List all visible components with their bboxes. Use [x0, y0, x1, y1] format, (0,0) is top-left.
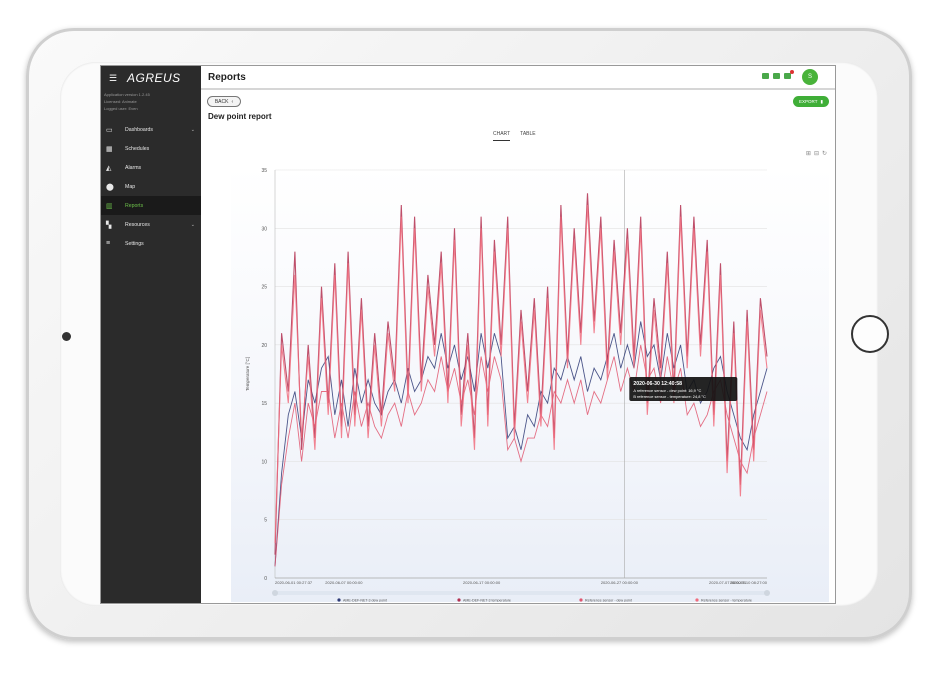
legend-marker — [337, 598, 341, 602]
app-version: Application version 1.2.45 — [104, 92, 150, 97]
tab-chart[interactable]: CHART — [493, 131, 511, 141]
dew-point-chart: 0 5 10 15 20 25 30 35 Temperature [°C] 2020-06-01… — [245, 168, 770, 603]
top-bar: Reports S — [201, 66, 835, 90]
sidebar-item-settings[interactable]: ≡ Settings — [101, 234, 201, 253]
chart-toolbox: ⊞ ⊟ ↻ — [806, 150, 827, 157]
tab-table[interactable]: TABLE — [520, 131, 535, 141]
calendar-icon[interactable] — [762, 73, 769, 79]
notification-badge — [790, 70, 794, 74]
sidebar-nav: ▭ Dashboards ⌄ ▦ Schedules ◭ Alarms ⬤ Map ▥ Report… — [101, 120, 201, 253]
file-export-icon: ▮ — [820, 98, 823, 104]
legend-marker — [695, 598, 699, 602]
page-title: Reports — [208, 71, 246, 83]
camera-icon — [62, 332, 71, 341]
sidebar-item-dashboards[interactable]: ▭ Dashboards ⌄ — [101, 120, 201, 139]
home-button[interactable] — [851, 315, 889, 353]
legend-label: AME-DEF-NET-3 dew point — [343, 599, 387, 603]
back-label: BACK — [214, 98, 229, 105]
sidebar-item-label: Resources — [125, 221, 150, 228]
y-tick-label: 30 — [261, 226, 267, 232]
legend-label: Reference sensor - temperature — [701, 599, 752, 603]
zoom-slider-handle-left — [272, 590, 278, 596]
y-tick-label: 0 — [264, 576, 267, 582]
zoom-slider-track — [275, 591, 767, 595]
legend-label: Reference sensor - dew point — [585, 599, 632, 603]
y-tick-label: 25 — [261, 285, 267, 291]
x-tick-label: 2020-06-01 00:27:37 — [275, 580, 313, 585]
sidebar-item-reports[interactable]: ▥ Reports — [101, 196, 201, 215]
sidebar-item-label: Schedules — [125, 145, 150, 152]
report-tabs: CHART TABLE — [493, 131, 536, 141]
y-tick-label: 10 — [261, 459, 267, 465]
legend-label: AME-DEF-NET-3 temperature — [463, 599, 511, 603]
bell-icon: ◭ — [106, 165, 112, 172]
x-tick-label: 2020-06-17 00:00:00 — [463, 580, 501, 585]
sidebar-item-resources[interactable]: ▚ Resources ⌄ — [101, 215, 201, 234]
avatar[interactable]: S — [802, 69, 818, 85]
zoom-slider-handle-right — [764, 590, 770, 596]
x-tick-label: 2020-06-27 00:00:00 — [601, 580, 639, 585]
zoom-reset-icon[interactable]: ⊟ — [814, 150, 819, 157]
brand-bar: ☰ AGREUS — [101, 66, 201, 90]
settings-icon: ≡ — [106, 240, 111, 247]
back-button[interactable]: BACK ‹ — [207, 96, 241, 107]
zoom-icon[interactable]: ⊞ — [806, 150, 811, 157]
tooltip-line: A reference sensor - dew point: 16,9 °C — [633, 388, 701, 393]
refresh-icon[interactable]: ↻ — [822, 150, 827, 157]
export-button[interactable]: EXPORT ▮ — [793, 96, 829, 107]
app-meta: Application version 1.2.45 Licensed: Ani… — [101, 91, 201, 112]
chevron-down-icon: ⌄ — [190, 221, 195, 228]
sidebar-item-label: Map — [125, 183, 136, 190]
report-title: Dew point report — [208, 112, 272, 121]
sidebar-item-schedules[interactable]: ▦ Schedules — [101, 139, 201, 158]
status-icons — [762, 70, 794, 79]
y-tick-label: 15 — [261, 401, 267, 407]
sidebar: ☰ AGREUS Application version 1.2.45 Lice… — [101, 66, 201, 603]
sidebar-item-label: Alarms — [125, 164, 142, 171]
legend-marker — [457, 598, 461, 602]
map-pin-icon: ⬤ — [106, 184, 114, 191]
y-tick-label: 35 — [261, 168, 267, 174]
hamburger-icon[interactable]: ☰ — [109, 73, 127, 84]
battery-icon[interactable] — [784, 70, 794, 79]
sidebar-item-map[interactable]: ⬤ Map — [101, 177, 201, 196]
calendar-icon: ▦ — [106, 146, 113, 153]
resources-icon: ▚ — [106, 222, 112, 229]
chevron-left-icon: ‹ — [231, 98, 234, 105]
chevron-down-icon: ⌄ — [190, 126, 195, 133]
y-tick-label: 5 — [264, 518, 267, 524]
x-tick-label: 2020-07-10 08:27:00 — [730, 580, 768, 585]
app-screen: ☰ AGREUS Application version 1.2.45 Lice… — [101, 66, 835, 603]
y-axis-label: Temperature [°C] — [245, 357, 250, 391]
monitor-icon: ▭ — [106, 127, 113, 134]
sidebar-item-label: Reports — [125, 202, 144, 209]
tooltip-title: 2020-06-30 12:40:58 — [633, 381, 682, 387]
sidebar-item-label: Dashboards — [125, 126, 153, 133]
chart-container: 0 5 10 15 20 25 30 35 Temperature [°C] 2020-06-01… — [231, 166, 829, 603]
legend-marker — [579, 598, 583, 602]
series-line-0 — [274, 321, 768, 567]
license-info: Licensed: Animate — [104, 99, 137, 104]
sidebar-item-label: Settings — [125, 240, 144, 247]
app-logo: AGREUS — [127, 71, 181, 85]
cloud-icon[interactable] — [773, 73, 780, 79]
sidebar-item-alarms[interactable]: ◭ Alarms — [101, 158, 201, 177]
logged-user: Logged user: Even — [104, 106, 138, 111]
x-tick-label: 2020-06-07 00:00:00 — [325, 580, 363, 585]
export-label: EXPORT — [799, 99, 818, 104]
chart-icon: ▥ — [106, 203, 113, 210]
y-tick-label: 20 — [261, 343, 267, 349]
main-content: Reports S BACK ‹ EXPORT ▮ Dew point repo… — [201, 66, 835, 603]
tooltip-line: B reference sensor - temperature: 24,8 °… — [633, 394, 706, 399]
